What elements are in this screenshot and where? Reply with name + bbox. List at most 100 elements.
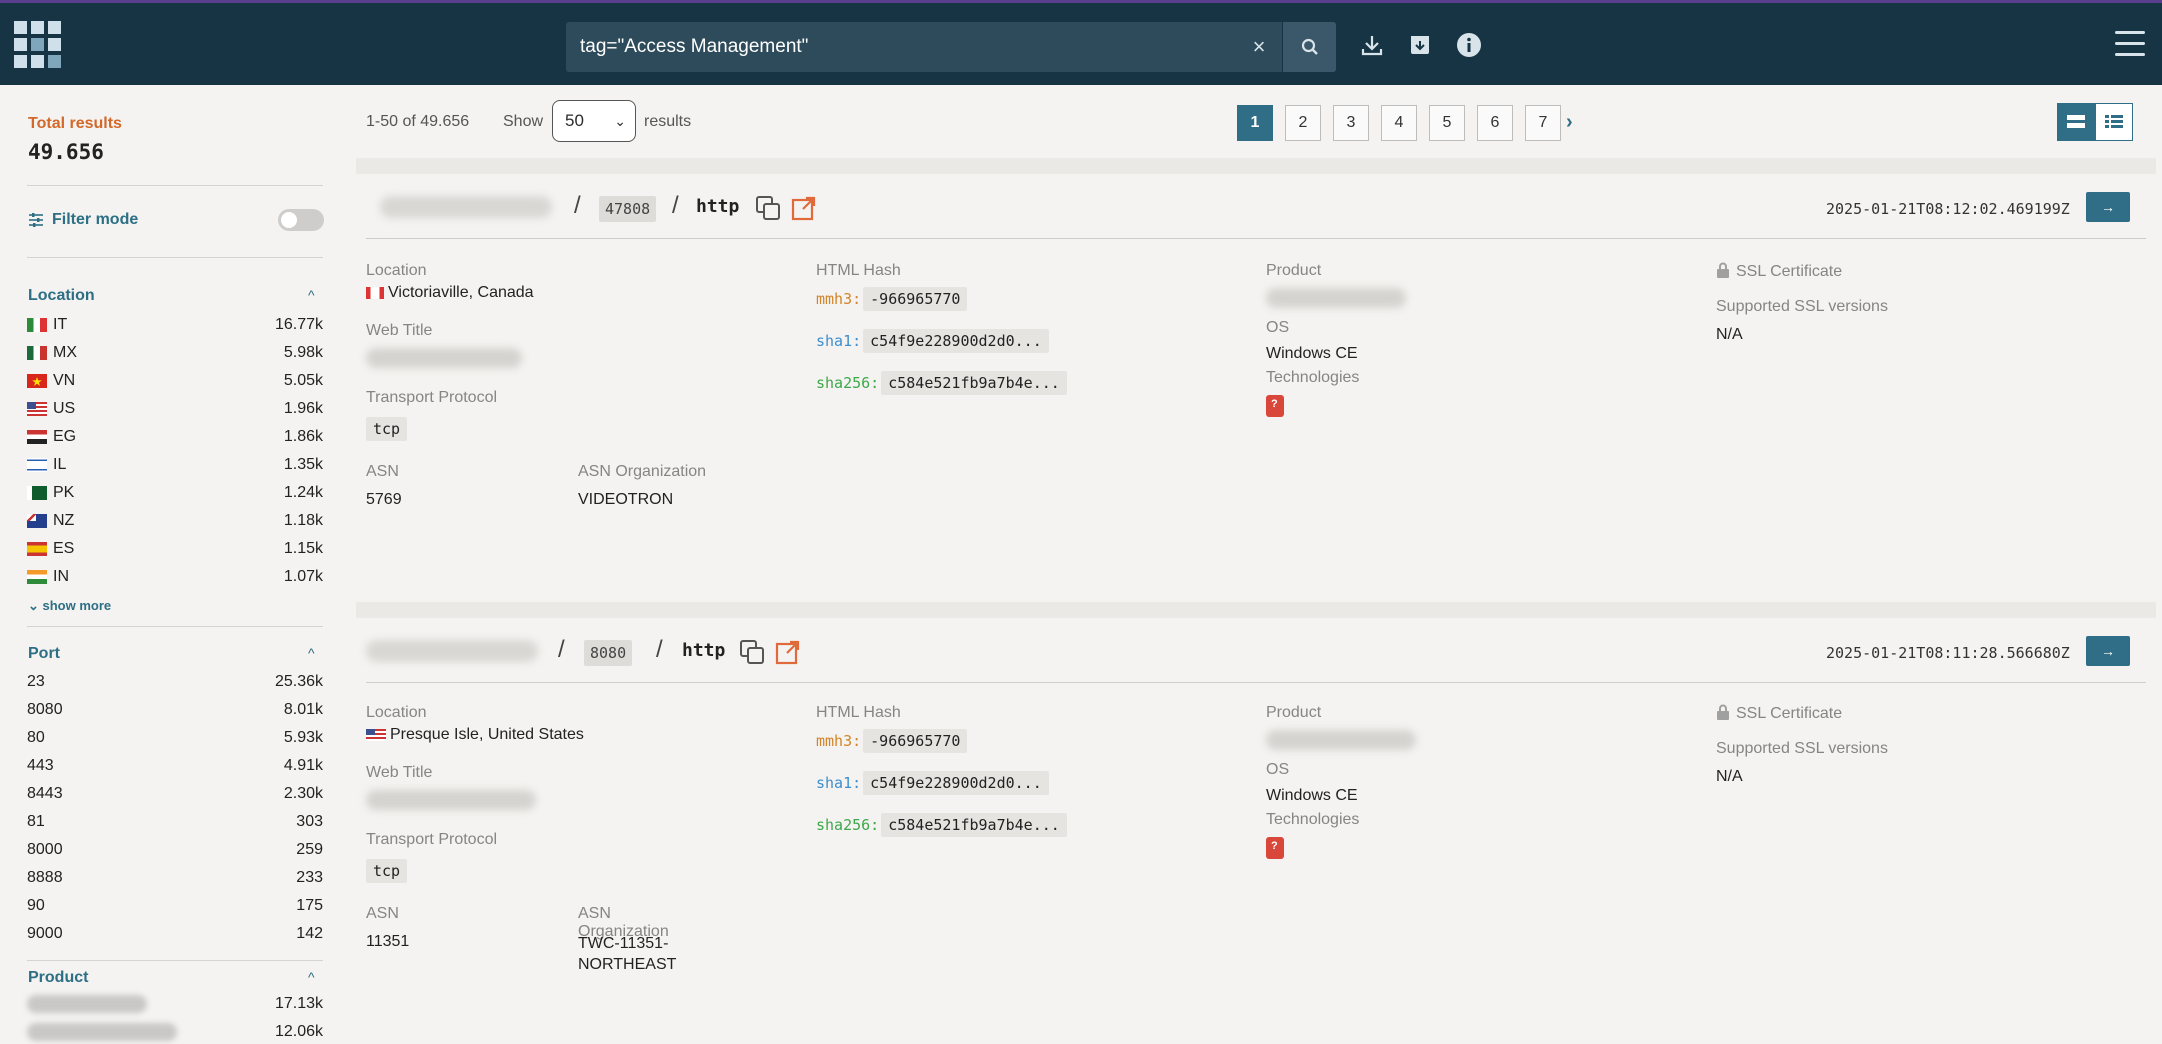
result-range: 1-50 of 49.656 (366, 113, 470, 130)
divider (27, 960, 323, 961)
sha1-row[interactable]: sha1: c54f9e228900d2d0... (816, 768, 1236, 798)
next-page-button[interactable]: › (1566, 111, 1573, 134)
filter-mode-toggle[interactable] (278, 209, 324, 231)
os-value[interactable]: Windows CE (1266, 787, 1686, 805)
flag-in-icon (27, 570, 47, 584)
list-item[interactable]: 8080 8.01k (27, 696, 323, 724)
asn-org-value[interactable]: TWC-11351-NORTHEAST (578, 933, 698, 975)
search-input[interactable] (566, 22, 1280, 72)
unknown-technology-icon[interactable] (1266, 395, 1284, 417)
close-icon[interactable]: × (1246, 34, 1272, 60)
mmh3-label: mmh3: (816, 732, 862, 750)
chevron-up-icon[interactable]: ^ (308, 645, 315, 661)
transport-chip: tcp (366, 859, 408, 883)
info-icon[interactable] (1455, 31, 1483, 59)
mmh3-row[interactable]: mmh3: -966965770 (816, 726, 1236, 756)
list-item[interactable]: 81 303 (27, 808, 323, 836)
chevron-up-icon[interactable]: ^ (308, 287, 315, 303)
sha256-label: sha256: (816, 374, 880, 392)
list-item[interactable]: 443 4.91k (27, 752, 323, 780)
facet-label: NZ (53, 512, 75, 529)
location-column: Location Presque Isle, United States Web… (366, 704, 786, 975)
list-item[interactable]: PK 1.24k (27, 479, 323, 507)
list-item[interactable]: EG 1.86k (27, 423, 323, 451)
location-facet-list: IT 16.77k MX 5.98k VN 5.05k US 1.96k EG … (27, 311, 323, 591)
chevron-up-icon[interactable]: ^ (308, 969, 315, 985)
page-button[interactable]: 1 (1237, 105, 1273, 141)
flag-eg-icon (27, 430, 47, 444)
compact-view-button[interactable] (2095, 103, 2133, 141)
sha256-row[interactable]: sha256: c584e521fb9a7b4e... (816, 810, 1236, 840)
list-item[interactable]: 8000 259 (27, 836, 323, 864)
list-item[interactable]: 12.06k (27, 1018, 323, 1044)
page-button[interactable]: 2 (1285, 105, 1321, 141)
unknown-technology-icon[interactable] (1266, 837, 1284, 859)
facet-count: 1.24k (283, 484, 323, 501)
page-button[interactable]: 6 (1477, 105, 1513, 141)
list-item[interactable]: 9000 142 (27, 920, 323, 948)
asn-value[interactable]: 5769 (366, 491, 578, 509)
page-button[interactable]: 5 (1429, 105, 1465, 141)
facet-count: 175 (296, 897, 323, 914)
open-details-button[interactable]: → (2086, 192, 2130, 222)
per-page-select[interactable]: 50 ⌄ (552, 100, 636, 142)
page-button[interactable]: 4 (1381, 105, 1417, 141)
logo-icon[interactable] (14, 21, 62, 69)
os-value[interactable]: Windows CE (1266, 345, 1686, 363)
redacted-ip (380, 196, 552, 218)
open-details-button[interactable]: → (2086, 636, 2130, 666)
ssl-certificate-label: SSL Certificate (1716, 262, 2136, 284)
asn-org-value[interactable]: VIDEOTRON (578, 491, 706, 509)
flag-es-icon (27, 542, 47, 556)
list-item[interactable]: IT 16.77k (27, 311, 323, 339)
archive-icon[interactable] (1406, 31, 1434, 59)
show-more-link[interactable]: ⌄ show more (28, 598, 111, 614)
copy-icon[interactable] (754, 194, 782, 222)
list-item[interactable]: IL 1.35k (27, 451, 323, 479)
facet-count: 5.98k (283, 344, 323, 361)
separator: / (574, 192, 581, 219)
show-more-label: show more (42, 598, 112, 613)
html-hash-column: HTML Hash mmh3: -966965770 sha1: c54f9e228… (816, 262, 1236, 398)
port-chip[interactable]: 8080 (584, 640, 633, 666)
external-link-icon[interactable] (790, 194, 818, 222)
copy-icon[interactable] (738, 638, 766, 666)
sha256-row[interactable]: sha256: c584e521fb9a7b4e... (816, 368, 1236, 398)
list-item[interactable]: 8888 233 (27, 864, 323, 892)
download-icon[interactable] (1358, 31, 1386, 59)
list-item[interactable]: VN 5.05k (27, 367, 323, 395)
location-label: Location (366, 262, 427, 279)
list-item[interactable]: 90 175 (27, 892, 323, 920)
facet-count: 5.05k (283, 372, 323, 389)
list-item[interactable]: MX 5.98k (27, 339, 323, 367)
list-item[interactable]: NZ 1.18k (27, 507, 323, 535)
mmh3-row[interactable]: mmh3: -966965770 (816, 284, 1236, 314)
list-item[interactable]: 23 25.36k (27, 668, 323, 696)
search-button[interactable] (1282, 22, 1336, 72)
menu-icon[interactable] (2115, 31, 2145, 59)
asn-value[interactable]: 11351 (366, 933, 578, 951)
facet-label: ES (53, 540, 75, 557)
list-item[interactable]: 80 5.93k (27, 724, 323, 752)
list-item[interactable]: 8443 2.30k (27, 780, 323, 808)
page-button[interactable]: 3 (1333, 105, 1369, 141)
detail-view-button[interactable] (2057, 103, 2095, 141)
facet-label: IN (53, 568, 69, 585)
external-link-icon[interactable] (774, 638, 802, 666)
compact-list-icon (2105, 115, 2123, 128)
protocol-label: http (682, 640, 726, 661)
list-item[interactable]: IN 1.07k (27, 563, 323, 591)
list-item[interactable]: ES 1.15k (27, 535, 323, 563)
list-item[interactable]: US 1.96k (27, 395, 323, 423)
facet-label: EG (53, 428, 77, 445)
filter-mode-toggle-label[interactable]: Filter mode (28, 211, 138, 229)
technologies-label: Technologies (1266, 369, 1360, 386)
page-button[interactable]: 7 (1525, 105, 1561, 141)
sha1-row[interactable]: sha1: c54f9e228900d2d0... (816, 326, 1236, 356)
port-chip[interactable]: 47808 (599, 196, 657, 222)
asn-org-label: ASN Organization (578, 905, 669, 940)
sha256-value: c584e521fb9a7b4e... (881, 813, 1067, 837)
location-value: Victoriaville, Canada (366, 284, 786, 302)
ssl-column: SSL Certificate Supported SSL versions N… (1716, 262, 2136, 344)
list-item[interactable]: 17.13k (27, 990, 323, 1018)
